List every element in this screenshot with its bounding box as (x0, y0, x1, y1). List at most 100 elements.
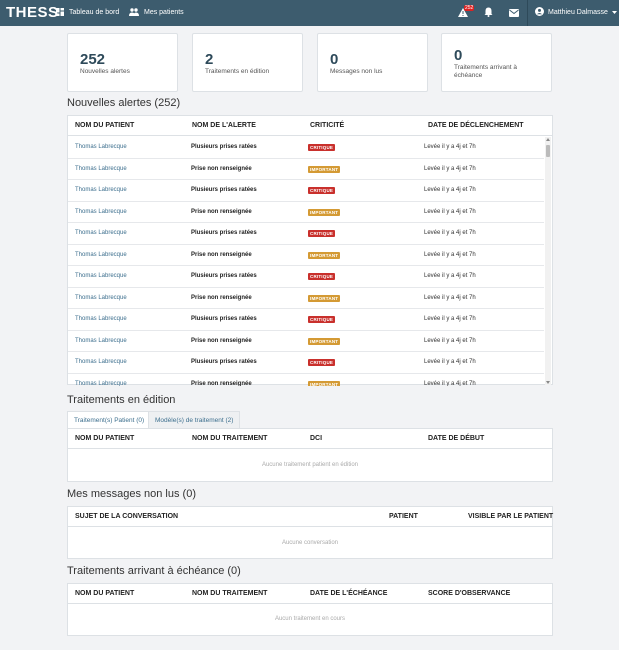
trigger-date: Levée il y a 4j et 7h (424, 316, 476, 322)
chevron-down-icon (611, 9, 617, 16)
card-new-alerts[interactable]: 252 Nouvelles alertes (67, 33, 178, 92)
alert-name: Plusieurs prises ratées (191, 187, 257, 193)
patient-name-link[interactable]: Thomas Labrecque (75, 209, 127, 215)
alert-name: Prise non renseignée (191, 294, 252, 301)
patient-name-link[interactable]: Thomas Labrecque (75, 252, 127, 258)
column-header[interactable]: CRITICITÉ (310, 122, 344, 129)
empty-state-text: Aucune conversation (281, 540, 339, 546)
scroll-down-arrow-icon[interactable] (546, 381, 550, 384)
column-header[interactable]: SUJET DE LA CONVERSATION (75, 513, 178, 520)
treatments-editing-table: NOM DU PATIENT NOM DU TRAITEMENT DCI DAT… (67, 428, 553, 482)
card-label: Traitements en édition (205, 68, 270, 75)
criticality-badge: IMPORTANT (308, 380, 341, 386)
criticality-badge: CRITIQUE (308, 144, 336, 151)
column-header[interactable]: DCI (310, 435, 322, 442)
patient-name-link[interactable]: Thomas Labrecque (75, 273, 127, 279)
criticality-badge: CRITIQUE (308, 359, 336, 366)
trigger-date: Levée il y a 4j et 7h (424, 208, 476, 215)
trigger-date: Levée il y a 4j et 7h (424, 144, 476, 150)
table-header: SUJET DE LA CONVERSATION PATIENT VISIBLE… (68, 507, 553, 527)
nav-patients-link[interactable]: Mes patients (129, 8, 184, 16)
card-expiring-treatments[interactable]: 0 Traitements arrivant à échéance (441, 33, 552, 92)
column-header[interactable]: DATE DE DÉBUT (428, 435, 484, 442)
card-label: Messages non lus (330, 68, 383, 75)
trigger-date: Levée il y a 4j et 7h (424, 230, 476, 236)
criticality-badge: CRITIQUE (308, 273, 336, 280)
table-row[interactable]: Thomas Labrecque Prise non renseignée IMPO… (68, 374, 544, 387)
patient-name-link[interactable]: Thomas Labrecque (75, 144, 127, 150)
card-label: Traitements arrivant à échéance (454, 64, 517, 79)
card-unread-messages[interactable]: 0 Messages non lus (317, 33, 428, 92)
criticality-badge: IMPORTANT (308, 251, 341, 259)
alerts-table-body[interactable]: Thomas Labrecque Plusieurs prises ratées C… (68, 137, 552, 386)
trigger-date: Levée il y a 4j et 7h (424, 337, 476, 344)
alerts-scrollbar[interactable] (545, 137, 551, 385)
column-header[interactable]: VISIBLE PAR LE PATIENT (468, 513, 553, 520)
user-menu[interactable]: Matthieu Dalmasse (535, 7, 617, 18)
section-title-messages: Mes messages non lus (0) (67, 488, 196, 500)
table-row[interactable]: Thomas Labrecque Plusieurs prises ratées C… (68, 223, 544, 245)
table-row[interactable]: Thomas Labrecque Prise non renseignée IMPO… (68, 331, 544, 352)
column-header[interactable]: NOM DU PATIENT (75, 122, 134, 129)
trigger-date: Levée il y a 4j et 7h (424, 359, 476, 365)
table-row[interactable]: Thomas Labrecque Prise non renseignée IMPO… (68, 245, 544, 266)
scroll-up-arrow-icon[interactable] (546, 138, 550, 141)
card-treatments-editing[interactable]: 2 Traitements en édition (192, 33, 303, 92)
criticality-badge: CRITIQUE (308, 230, 336, 237)
column-header[interactable]: NOM DU PATIENT (75, 435, 134, 442)
column-header[interactable]: SCORE D'OBSERVANCE (428, 590, 510, 597)
section-title-alerts: Nouvelles alertes (252) (67, 97, 181, 109)
patient-name-link[interactable]: Thomas Labrecque (75, 381, 127, 387)
app-logo[interactable]: THESS (6, 4, 59, 21)
table-header: NOM DU PATIENT NOM DE L'ALERTE CRITICITÉ… (68, 116, 552, 136)
patient-name-link[interactable]: Thomas Labrecque (75, 359, 127, 365)
section-title-treatments-editing: Traitements en édition (67, 394, 176, 406)
table-row[interactable]: Thomas Labrecque Plusieurs prises ratées C… (68, 137, 544, 159)
patient-name-link[interactable]: Thomas Labrecque (75, 316, 127, 322)
scrollbar-thumb[interactable] (546, 145, 550, 157)
column-header[interactable]: NOM DU PATIENT (75, 590, 134, 597)
column-header[interactable]: PATIENT (389, 513, 418, 520)
messages-button[interactable] (507, 6, 521, 20)
tab-treatment-templates[interactable]: Modèle(s) de traitement (2) (148, 411, 241, 428)
column-header[interactable]: DATE DE L'ÉCHÉANCE (310, 590, 387, 597)
patient-name-link[interactable]: Thomas Labrecque (75, 187, 127, 193)
criticality-badge: IMPORTANT (308, 337, 341, 345)
table-row[interactable]: Thomas Labrecque Prise non renseignée IMPO… (68, 159, 544, 180)
empty-state-text: Aucune traitement patient en édition (261, 462, 359, 468)
table-header: NOM DU PATIENT NOM DU TRAITEMENT DCI DAT… (68, 429, 552, 449)
column-header[interactable]: NOM DE L'ALERTE (192, 122, 256, 129)
patient-name-link[interactable]: Thomas Labrecque (75, 166, 127, 172)
dashboard-icon (56, 8, 64, 16)
empty-state-text: Aucun traitement en cours (274, 616, 346, 622)
column-header[interactable]: DATE DE DÉCLENCHEMENT (428, 122, 524, 129)
table-row[interactable]: Thomas Labrecque Plusieurs prises ratées C… (68, 309, 544, 331)
nav-dashboard-link[interactable]: Tableau de bord (56, 8, 119, 16)
column-header[interactable]: NOM DU TRAITEMENT (192, 590, 267, 597)
criticality-badge: CRITIQUE (308, 316, 336, 323)
patient-name-link[interactable]: Thomas Labrecque (75, 295, 127, 301)
tab-patient-treatments[interactable]: Traitement(s) Patient (0) (67, 411, 152, 428)
card-value: 0 (454, 47, 463, 64)
table-header: NOM DU PATIENT NOM DU TRAITEMENT DATE DE… (68, 584, 552, 604)
table-row[interactable]: Thomas Labrecque Plusieurs prises ratées C… (68, 352, 544, 374)
patient-name-link[interactable]: Thomas Labrecque (75, 230, 127, 236)
alert-name: Prise non renseignée (191, 251, 252, 258)
people-icon (129, 8, 139, 16)
alert-name: Prise non renseignée (191, 337, 252, 344)
table-row[interactable]: Thomas Labrecque Prise non renseignée IMPO… (68, 288, 544, 309)
top-navigation-bar: THESS Tableau de bord Mes patients 252 M… (0, 0, 619, 26)
criticality-badge: IMPORTANT (308, 294, 341, 302)
alert-name: Plusieurs prises ratées (191, 273, 257, 279)
table-row[interactable]: Thomas Labrecque Prise non renseignée IMPO… (68, 202, 544, 223)
card-label: Nouvelles alertes (80, 68, 130, 75)
patient-name-link[interactable]: Thomas Labrecque (75, 338, 127, 344)
criticality-badge: IMPORTANT (308, 208, 341, 216)
messages-table: SUJET DE LA CONVERSATION PATIENT VISIBLE… (67, 506, 553, 559)
table-row[interactable]: Thomas Labrecque Plusieurs prises ratées C… (68, 266, 544, 288)
table-row[interactable]: Thomas Labrecque Plusieurs prises ratées C… (68, 180, 544, 202)
column-header[interactable]: NOM DU TRAITEMENT (192, 435, 267, 442)
notifications-button[interactable] (481, 6, 495, 20)
section-title-expiring: Traitements arrivant à échéance (0) (67, 565, 241, 577)
card-value: 252 (80, 51, 106, 68)
